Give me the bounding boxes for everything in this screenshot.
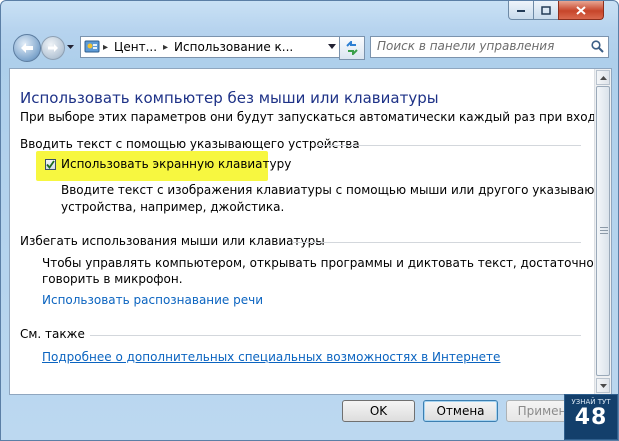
chevron-up-icon xyxy=(599,75,607,80)
vertical-scrollbar[interactable] xyxy=(594,69,611,394)
chevron-down-icon xyxy=(66,45,74,49)
refresh-button[interactable] xyxy=(339,36,365,60)
forward-arrow-icon xyxy=(48,44,58,52)
back-arrow-icon xyxy=(21,43,33,53)
control-panel-icon xyxy=(84,40,100,53)
scroll-down-button[interactable] xyxy=(596,378,610,393)
page-subtitle: При выборе этих параметров они будут зап… xyxy=(20,110,612,124)
checkmark-icon xyxy=(46,160,55,169)
watermark-line2: 48 xyxy=(574,405,608,430)
speech-recognition-link[interactable]: Использовать распознавание речи xyxy=(42,293,263,307)
grip-icon xyxy=(600,227,608,235)
forward-button[interactable] xyxy=(41,36,65,60)
chevron-down-icon[interactable] xyxy=(328,41,336,51)
watermark-logo: УЗНАЙ ТУТ 48 xyxy=(564,394,618,440)
section-heading-pointing-device: Вводить текст с помощью указывающего уст… xyxy=(20,137,360,151)
chevron-down-icon xyxy=(599,383,607,388)
address-bar[interactable]: ▸ Цент... ▸ Использование к... xyxy=(80,36,340,58)
close-icon xyxy=(576,5,586,15)
minimize-icon xyxy=(517,10,525,12)
breadcrumb-separator: ▸ xyxy=(163,41,169,53)
refresh-icon xyxy=(346,41,358,55)
back-button[interactable] xyxy=(13,34,41,62)
section1-description-line2: устройства, например, джойстика. xyxy=(61,200,285,214)
section2-description-line2: говорить в микрофон. xyxy=(42,272,183,286)
minimize-button[interactable] xyxy=(508,1,534,20)
section-heading-avoid-mouse-keyboard: Избегать использования мыши или клавиату… xyxy=(20,234,325,248)
scroll-up-button[interactable] xyxy=(596,70,610,85)
section1-description-line1: Вводите текст с изображения клавиатуры с… xyxy=(61,183,612,197)
close-button[interactable] xyxy=(558,1,604,20)
section-divider xyxy=(292,242,581,243)
page-title: Использовать компьютер без мыши или клав… xyxy=(20,89,439,107)
section-divider xyxy=(316,145,581,146)
search-box[interactable] xyxy=(370,36,609,58)
online-accessibility-link[interactable]: Подробнее о дополнительных специальных в… xyxy=(42,350,500,364)
section-heading-see-also: См. также xyxy=(20,327,85,341)
on-screen-keyboard-checkbox[interactable] xyxy=(45,159,56,170)
search-icon[interactable] xyxy=(591,40,604,53)
maximize-icon xyxy=(541,5,551,15)
breadcrumb-separator: ▸ xyxy=(103,41,109,53)
breadcrumb-item-control-panel[interactable]: Цент... xyxy=(114,40,157,54)
maximize-button[interactable] xyxy=(533,1,559,20)
window-frame: ▸ Цент... ▸ Использование к... Использов… xyxy=(0,0,619,441)
content-pane: Использовать компьютер без мыши или клав… xyxy=(9,68,612,395)
breadcrumb-item-current[interactable]: Использование к... xyxy=(174,40,293,54)
search-input[interactable] xyxy=(371,37,582,55)
recent-pages-button[interactable] xyxy=(65,41,75,53)
scrollbar-thumb[interactable] xyxy=(596,86,610,376)
ok-button[interactable]: OK xyxy=(342,400,415,422)
on-screen-keyboard-label[interactable]: Использовать экранную клавиатуру xyxy=(61,157,291,171)
section-divider xyxy=(90,335,581,336)
cancel-button[interactable]: Отмена xyxy=(423,400,498,422)
